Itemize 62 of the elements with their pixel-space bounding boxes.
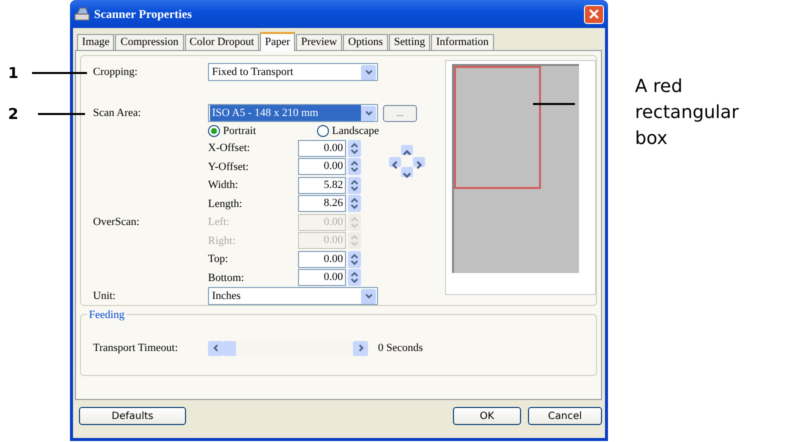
- spin-buttons[interactable]: [348, 158, 361, 176]
- field-label: Right:: [208, 234, 237, 248]
- chevron-left-icon: [210, 343, 220, 354]
- number-field[interactable]: 0.00: [298, 269, 346, 286]
- callout-number: 2: [8, 104, 18, 125]
- field-label: Bottom:: [208, 270, 246, 286]
- browse-button[interactable]: ...: [383, 104, 417, 122]
- tab[interactable]: Preview: [296, 34, 342, 50]
- dropdown[interactable]: ISO A5 - 148 x 210 mm: [208, 104, 378, 122]
- field-label: Scan Area:: [93, 106, 142, 121]
- timeout-reading: 0 Seconds: [378, 341, 423, 356]
- slider-thumb[interactable]: [223, 340, 236, 356]
- tab[interactable]: Color Dropout: [184, 34, 260, 50]
- field-label: Left:: [208, 215, 230, 230]
- spin-buttons[interactable]: [348, 195, 361, 212]
- annotation-text: A red rectangular box: [635, 75, 740, 151]
- close-button[interactable]: [584, 4, 604, 24]
- scanner-icon: [74, 6, 90, 22]
- field-label: Width:: [208, 178, 240, 193]
- field-label: Cropping:: [93, 64, 139, 80]
- spin-buttons[interactable]: [348, 269, 361, 286]
- group-title: Feeding: [87, 307, 126, 324]
- scroll-right-button[interactable]: [353, 340, 368, 356]
- field-label: Transport Timeout:: [93, 341, 179, 356]
- radio-option[interactable]: Landscape: [316, 122, 379, 140]
- scroll-left-button[interactable]: [208, 340, 223, 356]
- number-field[interactable]: 0.00: [298, 140, 346, 157]
- close-icon: [589, 9, 599, 19]
- number-field[interactable]: 5.82: [298, 176, 346, 194]
- number-field[interactable]: 0.00: [298, 250, 346, 268]
- tab[interactable]: Setting: [388, 34, 430, 50]
- number-field[interactable]: 8.26: [298, 195, 346, 212]
- dialog-button[interactable]: OK: [453, 407, 521, 425]
- field-label: X-Offset:: [208, 141, 251, 156]
- arrow-right-button[interactable]: [413, 157, 425, 167]
- field-label: Unit:: [93, 289, 117, 304]
- tab[interactable]: Image: [77, 34, 114, 50]
- tab[interactable]: Compression: [115, 34, 184, 50]
- leader-line: [32, 72, 87, 74]
- tab[interactable]: Information: [431, 34, 494, 50]
- defaults-button[interactable]: Defaults: [79, 407, 186, 425]
- leader-line: [38, 113, 85, 115]
- callout-number: 1: [8, 63, 18, 84]
- dropdown[interactable]: Inches: [208, 287, 378, 306]
- number-field[interactable]: 0.00: [298, 158, 346, 176]
- arrow-down-button[interactable]: [401, 167, 413, 177]
- tab[interactable]: Options: [343, 34, 388, 50]
- arrow-up-button[interactable]: [401, 145, 413, 155]
- radio-option[interactable]: Portrait: [208, 122, 256, 140]
- field-label: OverScan:: [93, 215, 140, 230]
- spin-buttons[interactable]: [348, 176, 361, 194]
- arrow-left-button[interactable]: [389, 157, 401, 167]
- window-title: Scanner Properties: [94, 6, 192, 23]
- field-label: Top:: [208, 252, 230, 267]
- spin-buttons[interactable]: [348, 140, 361, 157]
- field-label: Y-Offset:: [208, 160, 250, 174]
- spin-buttons[interactable]: [348, 250, 361, 268]
- tab[interactable]: Paper: [260, 32, 296, 51]
- dropdown[interactable]: Fixed to Transport: [208, 63, 378, 81]
- leader-line: [533, 103, 575, 105]
- field-label: Length:: [208, 196, 244, 212]
- dialog-button[interactable]: Cancel: [528, 407, 602, 425]
